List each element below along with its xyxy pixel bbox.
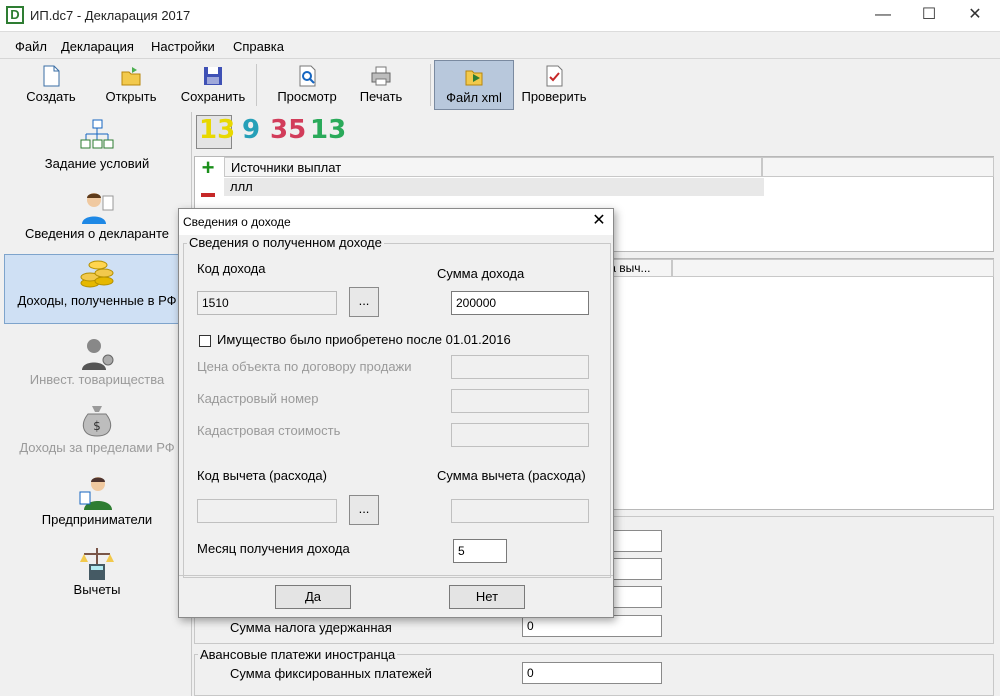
cadastral-value-label: Кадастровая стоимость xyxy=(197,423,341,438)
contract-price-input[interactable] xyxy=(451,355,589,379)
check-document-icon xyxy=(546,65,563,87)
xml-file-icon xyxy=(465,70,483,86)
preview-button[interactable]: Просмотр xyxy=(266,60,348,110)
income-info-group-label: Сведения о полученном доходе xyxy=(187,235,384,250)
income-month-label: Месяц получения дохода xyxy=(197,541,350,556)
save-button[interactable]: Сохранить xyxy=(174,60,252,110)
fixed-payments-label: Сумма фиксированных платежей xyxy=(230,666,432,681)
minimize-button[interactable]: — xyxy=(860,0,906,30)
income-code-field[interactable]: 1510 xyxy=(197,291,337,315)
dialog-close-button[interactable]: ✕ xyxy=(589,211,609,231)
withheld-tax-input[interactable]: 0 xyxy=(522,615,662,637)
cadastral-value-input[interactable] xyxy=(451,423,589,447)
sidebar-item-deductions[interactable]: Вычеты xyxy=(4,544,190,606)
advance-payments-label: Авансовые платежи иностранца xyxy=(198,647,398,662)
sources-column-header-empty xyxy=(762,157,994,177)
tab-rate-13[interactable]: 13 xyxy=(199,115,235,145)
menubar: Файл Декларация Настройки Справка xyxy=(0,33,1000,59)
income-sum-input[interactable]: 200000 xyxy=(451,291,589,315)
person-icon xyxy=(82,193,114,224)
income-column-header-empty xyxy=(672,259,994,277)
entrepreneur-icon xyxy=(79,477,112,510)
tab-rate-13-alt[interactable]: 13 xyxy=(310,115,346,145)
coins-icon xyxy=(80,260,114,288)
app-logo-icon: D xyxy=(6,6,24,24)
window-titlebar: D ИП.dc7 - Декларация 2017 — ☐ ✕ xyxy=(0,0,1000,32)
income-sum-label: Сумма дохода xyxy=(437,266,525,281)
sidebar-item-conditions[interactable]: Задание условий xyxy=(4,118,190,186)
new-document-icon xyxy=(43,65,60,87)
cancel-button[interactable]: Нет xyxy=(449,585,525,609)
tree-icon xyxy=(80,119,114,149)
dialog-divider xyxy=(179,575,613,576)
cadastral-number-input[interactable] xyxy=(451,389,589,413)
preview-magnifier-icon xyxy=(299,65,316,87)
sidebar-item-income-rf[interactable]: Доходы, полученные в РФ xyxy=(4,254,190,324)
property-checkbox[interactable] xyxy=(199,335,211,347)
income-month-input[interactable]: 5 xyxy=(453,539,507,563)
tab-rate-9[interactable]: 9 xyxy=(242,115,260,145)
cadastral-number-label: Кадастровый номер xyxy=(197,391,319,406)
create-button[interactable]: Создать xyxy=(16,60,86,110)
income-details-dialog: Сведения о доходе ✕ Сведения о полученно… xyxy=(178,208,614,618)
sidebar-item-invest[interactable]: Инвест. товарищества xyxy=(4,334,190,394)
minus-icon xyxy=(201,193,215,197)
toolbar-separator xyxy=(256,64,257,106)
scales-calculator-icon xyxy=(80,548,114,580)
dialog-titlebar: Сведения о доходе ✕ xyxy=(179,209,613,235)
menu-help[interactable]: Справка xyxy=(233,39,284,54)
deduction-sum-input[interactable] xyxy=(451,499,589,523)
money-bag-icon: $ xyxy=(82,406,112,437)
add-source-button[interactable]: + xyxy=(196,157,220,180)
menu-declaration[interactable]: Декларация xyxy=(61,39,134,54)
tax-rate-tabs: 13 9 35 13 xyxy=(194,113,1000,153)
window-title: ИП.dc7 - Декларация 2017 xyxy=(30,8,191,23)
sections-panel: Задание условий Сведения о декларанте До… xyxy=(0,112,192,696)
deduction-sum-label: Сумма вычета (расхода) xyxy=(437,468,586,483)
save-disk-icon xyxy=(204,67,222,85)
property-checkbox-label: Имущество было приобретено после 01.01.2… xyxy=(217,332,511,347)
deduction-code-label: Код вычета (расхода) xyxy=(197,468,327,483)
close-window-button[interactable]: ✕ xyxy=(952,0,998,30)
tab-rate-35[interactable]: 35 xyxy=(270,115,306,145)
verify-button[interactable]: Проверить xyxy=(516,60,592,110)
withheld-tax-label: Сумма налога удержанная xyxy=(230,620,392,635)
income-code-label: Код дохода xyxy=(197,261,266,276)
ok-button[interactable]: Да xyxy=(275,585,351,609)
investor-icon xyxy=(82,339,114,370)
income-code-browse-button[interactable]: ... xyxy=(349,287,379,317)
deduction-code-browse-button[interactable]: ... xyxy=(349,495,379,525)
maximize-button[interactable]: ☐ xyxy=(906,0,952,30)
dialog-title: Сведения о доходе xyxy=(183,215,291,229)
printer-icon xyxy=(371,66,391,86)
menu-file[interactable]: Файл xyxy=(15,39,47,54)
sidebar-item-income-abroad[interactable]: $ Доходы за пределами РФ xyxy=(4,402,190,466)
svg-text:$: $ xyxy=(93,419,101,433)
sidebar-item-entrepreneurs[interactable]: Предприниматели xyxy=(4,474,190,536)
open-button[interactable]: Открыть xyxy=(96,60,166,110)
sources-column-header[interactable]: Источники выплат xyxy=(224,157,762,177)
sidebar-item-declarant[interactable]: Сведения о декларанте xyxy=(4,188,190,254)
toolbar-separator xyxy=(430,64,431,106)
xml-file-button[interactable]: Файл xml xyxy=(434,60,514,110)
table-row[interactable]: ллл xyxy=(224,178,764,196)
open-folder-icon xyxy=(121,67,141,86)
fixed-payments-input[interactable]: 0 xyxy=(522,662,662,684)
menu-settings[interactable]: Настройки xyxy=(151,39,215,54)
toolbar: Создать Открыть Сохранить Просмотр Печат… xyxy=(6,60,996,110)
contract-price-label: Цена объекта по договору продажи xyxy=(197,359,412,374)
print-button[interactable]: Печать xyxy=(352,60,410,110)
remove-source-button[interactable] xyxy=(196,186,220,204)
deduction-code-field[interactable] xyxy=(197,499,337,523)
